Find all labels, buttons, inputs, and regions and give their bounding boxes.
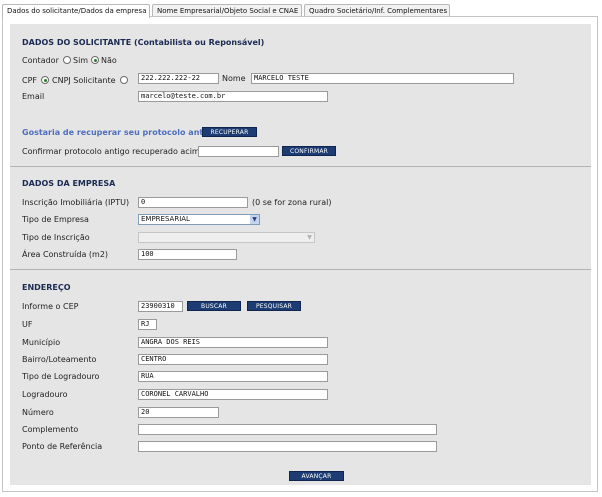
tab-dados-solicitante[interactable]: Dados do solicitante/Dados da empresa [2, 4, 150, 18]
complemento-label: Complemento [22, 425, 79, 434]
cnpj-radio[interactable] [120, 76, 128, 84]
tipo-empresa-value: EMPRESARIAL [141, 215, 190, 223]
tipo-logradouro-input[interactable]: RUA [138, 371, 328, 382]
contador-nao-radio[interactable] [91, 56, 99, 64]
chevron-down-icon: ▼ [305, 233, 314, 242]
contador-sim-label: Sim [73, 56, 89, 65]
iptu-hint: (0 se for zona rural) [252, 198, 332, 207]
uf-input[interactable]: RJ [138, 319, 157, 330]
buscar-button[interactable]: BUSCAR [187, 301, 241, 311]
bairro-label: Bairro/Loteamento [22, 355, 97, 364]
uf-label: UF [22, 320, 33, 329]
email-label: Email [22, 92, 45, 101]
section-divider [10, 166, 591, 167]
complemento-input[interactable] [138, 424, 437, 435]
tipo-empresa-label: Tipo de Empresa [22, 215, 89, 224]
contador-nao-label: Não [101, 56, 117, 65]
empresa-section-title: DADOS DA EMPRESA [22, 179, 116, 188]
logradouro-input[interactable]: CORONEL CARVALHO [138, 389, 328, 400]
nome-input[interactable]: MARCELO TESTE [251, 73, 514, 84]
form-body: DADOS DO SOLICITANTE (Contabilista ou Re… [10, 24, 591, 485]
contador-sim-radio[interactable] [63, 56, 71, 64]
nome-label: Nome [222, 74, 246, 83]
cpf-label: CPF [22, 76, 38, 85]
iptu-label: Inscrição Imobiliária (IPTU) [22, 198, 130, 207]
numero-label: Número [22, 408, 54, 417]
email-input[interactable]: marcelo@teste.com.br [138, 91, 328, 102]
tipo-logradouro-label: Tipo de Logradouro [22, 372, 100, 381]
section-divider [10, 269, 591, 270]
endereco-section-title: ENDEREÇO [22, 283, 71, 292]
tipo-empresa-select[interactable]: EMPRESARIAL ▼ [138, 214, 260, 225]
iptu-input[interactable]: 0 [138, 197, 248, 208]
referencia-label: Ponto de Referência [22, 442, 103, 451]
area-label: Área Construída (m2) [22, 250, 109, 259]
tipo-inscricao-select[interactable]: ▼ [138, 232, 315, 243]
cep-input[interactable]: 23900310 [138, 301, 183, 312]
municipio-input[interactable]: ANGRA DOS REIS [138, 337, 328, 348]
cpf-radio[interactable] [41, 76, 49, 84]
contador-label: Contador [22, 56, 59, 65]
pesquisar-button[interactable]: PESQUISAR [247, 301, 301, 311]
recuperar-protocolo-question: Gostaria de recuperar seu protocolo anti… [22, 128, 222, 137]
solicitante-section-title: DADOS DO SOLICITANTE (Contabilista ou Re… [22, 38, 265, 47]
confirmar-protocolo-label: Confirmar protocolo antigo recuperado ac… [22, 147, 208, 156]
avancar-button[interactable]: AVANÇAR [289, 471, 344, 481]
cpf-cnpj-input[interactable]: 222.222.222-22 [138, 73, 219, 84]
chevron-down-icon: ▼ [250, 215, 259, 224]
cep-label: Informe o CEP [22, 302, 79, 311]
municipio-label: Município [22, 338, 61, 347]
confirmar-button[interactable]: CONFIRMAR [282, 146, 336, 156]
logradouro-label: Logradouro [22, 390, 68, 399]
protocolo-input[interactable] [198, 146, 279, 157]
numero-input[interactable]: 20 [138, 407, 219, 418]
referencia-input[interactable] [138, 441, 437, 452]
recuperar-button[interactable]: RECUPERAR [202, 127, 257, 137]
bairro-input[interactable]: CENTRO [138, 354, 328, 365]
area-input[interactable]: 100 [138, 249, 237, 260]
tipo-inscricao-label: Tipo de Inscrição [22, 233, 90, 242]
cnpj-label: CNPJ Solicitante [52, 76, 116, 85]
form-panel: DADOS DO SOLICITANTE (Contabilista ou Re… [2, 16, 598, 492]
